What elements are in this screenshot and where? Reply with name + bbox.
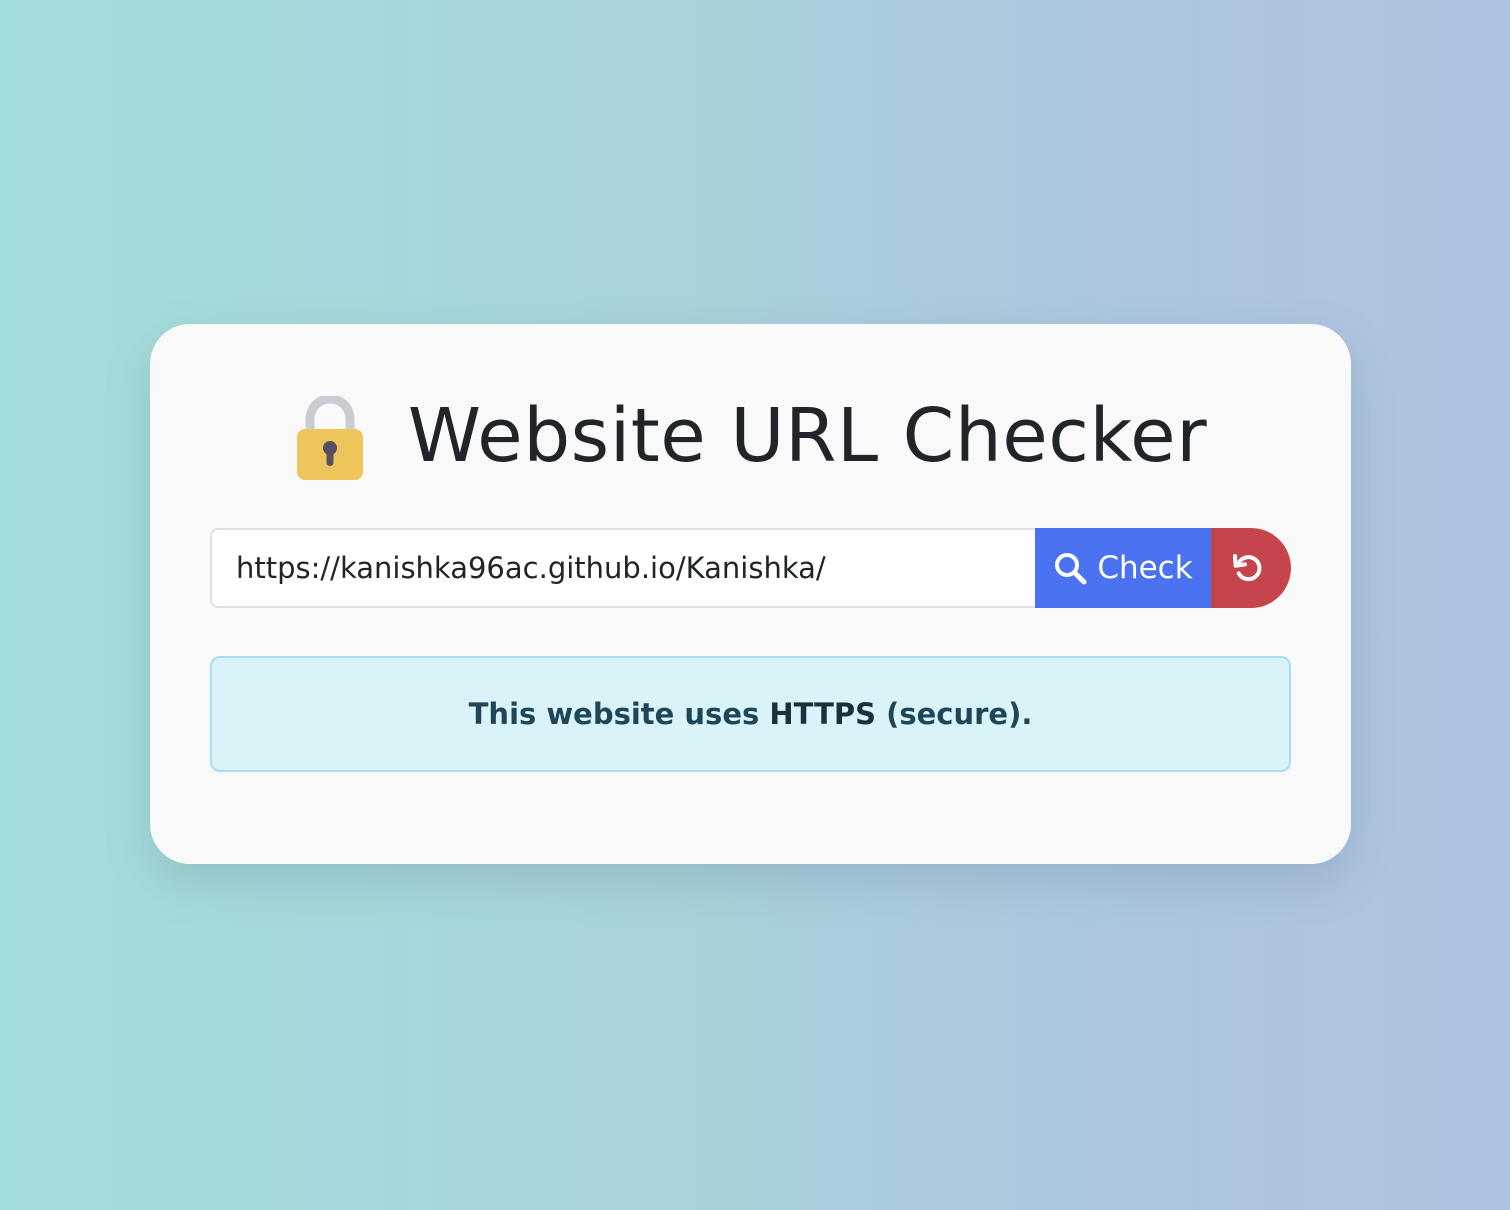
result-protocol: HTTPS [769,697,876,731]
page-title: Website URL Checker [407,393,1208,479]
result-alert: This website uses HTTPS (secure). [210,656,1291,772]
url-input[interactable] [210,528,1035,608]
search-icon [1053,551,1087,585]
check-button[interactable]: Check [1035,528,1211,608]
result-suffix: (secure). [876,697,1033,731]
title-row: Website URL Checker [150,386,1351,486]
result-prefix: This website uses [468,697,770,731]
check-button-label: Check [1097,550,1193,586]
url-input-group: Check [210,528,1291,608]
lock-icon [294,396,366,484]
result-message: This website uses HTTPS (secure). [469,697,1033,731]
reset-button[interactable] [1211,528,1291,608]
url-checker-card: Website URL Checker Check This websi [150,324,1351,864]
reset-icon [1231,551,1265,585]
